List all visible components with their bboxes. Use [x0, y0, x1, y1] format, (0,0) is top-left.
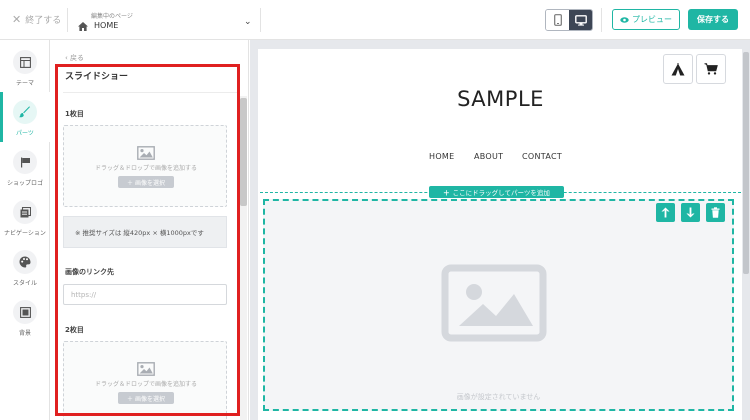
- sidebar-rail: テーマ パーツ ショップロゴ ナビゲーション スタイル 背景: [0, 40, 50, 420]
- plus-icon: ＋: [443, 189, 450, 197]
- nav-about[interactable]: ABOUT: [474, 152, 503, 161]
- link-url-input[interactable]: [63, 284, 227, 305]
- image-dropzone-2[interactable]: ドラッグ＆ドロップで画像を追加する ＋ 画像を選択: [63, 341, 227, 420]
- theme-icon: [13, 50, 37, 74]
- divider: [260, 8, 261, 32]
- sidebar-item-label: テーマ: [15, 80, 34, 87]
- exit-label: 終了する: [25, 16, 62, 26]
- back-link[interactable]: ‹ 戻る: [65, 53, 84, 63]
- sidebar-item-label: 背景: [18, 330, 31, 337]
- page-selector[interactable]: 編集中のページ HOME ⌄: [78, 8, 260, 32]
- settings-panel: ‹ 戻る スライドショー 1枚目 ドラッグ＆ドロップで画像を追加する ＋ 画像を…: [51, 40, 249, 420]
- eye-icon: [620, 16, 629, 23]
- flag-icon: [13, 150, 37, 174]
- sidebar-item-shop-logo[interactable]: ショップロゴ: [0, 142, 50, 192]
- delete-button[interactable]: [706, 203, 725, 222]
- panel-scrollbar-thumb[interactable]: [240, 98, 247, 206]
- tent-icon: [671, 62, 685, 75]
- mobile-view-button[interactable]: [546, 10, 569, 30]
- exit-button[interactable]: ✕ 終了する: [12, 13, 61, 26]
- sidebar-item-parts[interactable]: パーツ: [0, 92, 50, 142]
- smartphone-icon: [553, 14, 562, 26]
- recommended-size-note: ※ 推奨サイズは 縦420px × 横1000pxです: [63, 216, 227, 248]
- sidebar-item-label: ナビゲーション: [4, 230, 46, 237]
- image-placeholder-icon: [441, 264, 547, 342]
- monitor-icon: [574, 14, 587, 26]
- nav-contact[interactable]: CONTACT: [522, 152, 562, 161]
- tent-button[interactable]: [663, 54, 693, 84]
- home-icon: [78, 22, 88, 31]
- palette-icon: [13, 250, 37, 274]
- background-icon: [13, 300, 37, 324]
- select-image-button[interactable]: ＋ 画像を選択: [118, 176, 174, 188]
- preview-button[interactable]: プレビュー: [612, 9, 680, 30]
- trash-icon: [711, 207, 720, 218]
- slide-2-label: 2枚目: [65, 326, 84, 334]
- sidebar-item-navigation[interactable]: ナビゲーション: [0, 192, 50, 242]
- dropzone-text: ドラッグ＆ドロップで画像を追加する: [94, 381, 197, 388]
- sidebar-item-label: ショップロゴ: [6, 180, 43, 187]
- nav-home[interactable]: HOME: [429, 152, 454, 161]
- page-preview: SAMPLE HOME ABOUT CONTACT ＋ ここにドラッグしてパーツ…: [258, 49, 743, 420]
- page-name: HOME: [94, 21, 119, 30]
- close-icon: ✕: [12, 13, 22, 26]
- device-toggle: [545, 9, 593, 31]
- select-image-button[interactable]: ＋ 画像を選択: [118, 392, 174, 404]
- page-caption: 編集中のページ: [91, 13, 133, 20]
- dropzone-text: ドラッグ＆ドロップで画像を追加する: [94, 165, 197, 172]
- no-image-text: 画像が設定されていません: [456, 393, 541, 401]
- image-dropzone-1[interactable]: ドラッグ＆ドロップで画像を追加する ＋ 画像を選択: [63, 125, 227, 207]
- link-label: 画像のリンク先: [65, 268, 114, 276]
- sidebar-item-label: パーツ: [16, 130, 34, 137]
- slide-1-label: 1枚目: [65, 110, 84, 118]
- divider: [67, 8, 68, 32]
- move-up-button[interactable]: [656, 203, 675, 222]
- preview-label: プレビュー: [632, 15, 672, 24]
- add-bar-label: ここにドラッグしてパーツを追加: [452, 189, 550, 197]
- add-parts-dropzone[interactable]: ＋ ここにドラッグしてパーツを追加: [429, 186, 564, 198]
- cart-button[interactable]: [696, 54, 726, 84]
- image-icon: [137, 146, 155, 160]
- desktop-view-button[interactable]: [569, 10, 592, 30]
- brush-icon: [13, 100, 37, 124]
- sidebar-item-theme[interactable]: テーマ: [0, 42, 50, 92]
- top-bar: ✕ 終了する 編集中のページ HOME ⌄ プレビュー 保存する: [0, 0, 750, 40]
- save-button[interactable]: 保存する: [688, 9, 738, 30]
- move-down-button[interactable]: [681, 203, 700, 222]
- arrow-down-icon: [686, 207, 695, 218]
- arrow-up-icon: [661, 207, 670, 218]
- chevron-down-icon: ⌄: [244, 17, 252, 27]
- divider: [601, 8, 602, 32]
- sidebar-item-style[interactable]: スタイル: [0, 242, 50, 292]
- navigation-icon: [13, 200, 37, 224]
- sidebar-item-background[interactable]: 背景: [0, 292, 50, 342]
- canvas-scrollbar-thumb[interactable]: [743, 52, 749, 274]
- sidebar-item-label: スタイル: [12, 280, 37, 287]
- shop-name[interactable]: SAMPLE: [258, 87, 743, 111]
- panel-divider: [63, 92, 239, 93]
- cart-icon: [704, 63, 718, 75]
- panel-title: スライドショー: [65, 72, 129, 82]
- back-label: 戻る: [70, 54, 85, 62]
- image-icon: [137, 362, 155, 376]
